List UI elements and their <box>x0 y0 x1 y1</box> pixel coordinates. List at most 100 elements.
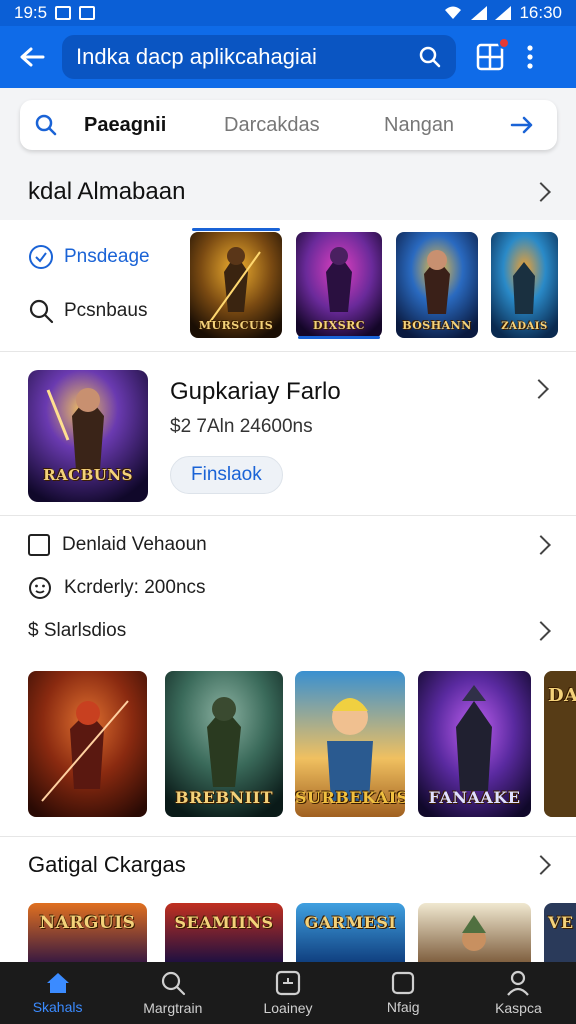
game-art <box>296 903 405 962</box>
home-icon <box>46 973 69 993</box>
square-icon <box>392 971 415 995</box>
search-icon[interactable] <box>418 45 442 69</box>
info-row-label: Denlaid Vehaoun <box>62 534 207 555</box>
nav-item-loainey[interactable]: Loainey <box>230 962 345 1024</box>
game-art <box>418 903 531 962</box>
game-label: DAI <box>548 685 576 706</box>
image-notification-icon <box>79 6 96 20</box>
nav-label: Nfaig <box>386 999 420 1015</box>
filter-label: Pnsdeage <box>64 246 150 267</box>
game-label: SEAMIINS <box>174 913 274 932</box>
info-row-label: Kcrderly: 200ncs <box>64 577 206 598</box>
game-card[interactable]: FANAAKE <box>418 671 531 817</box>
tab-paeagnii[interactable]: Paeagnii <box>84 114 224 137</box>
featured-label: BOSHANN <box>402 319 472 332</box>
section-header-2[interactable]: Gatigal Ckargas <box>0 836 576 892</box>
nav-item-kaspca[interactable]: Kaspca <box>461 962 576 1024</box>
arrow-right-icon[interactable] <box>510 115 534 135</box>
chevron-right-icon <box>531 535 551 555</box>
featured-game-2[interactable]: DIXSRC <box>296 232 382 338</box>
game-label: SURBEKAIS <box>295 788 405 807</box>
featured-game-4[interactable]: ZADAIS <box>491 232 558 338</box>
nav-label: Margtrain <box>143 1000 203 1016</box>
nav-item-skahals[interactable]: Skahals <box>0 962 115 1024</box>
featured-label: ZADAIS <box>501 321 548 332</box>
info-row-2: Kcrderly: 200ncs <box>28 576 548 600</box>
chevron-right-icon[interactable] <box>529 379 549 399</box>
filter-pnsdeage[interactable]: Pnsdeage <box>28 244 150 270</box>
nav-item-margtrain[interactable]: Margtrain <box>115 962 230 1024</box>
game-detail-image[interactable]: RACBUNS <box>28 370 148 502</box>
featured-game-3[interactable]: BOSHANN <box>396 232 478 338</box>
chevron-right-icon <box>531 854 551 875</box>
featured-game-1[interactable]: MURSCUIS <box>190 232 282 338</box>
featured-indicator-bottom <box>298 336 380 339</box>
game-card[interactable]: BREBNIIT <box>165 671 283 817</box>
status-time-right: 16:30 <box>519 3 562 22</box>
more-options-button[interactable] <box>518 37 542 77</box>
featured-label: DIXSRC <box>312 319 366 332</box>
game-label: NARGUIS <box>39 913 136 933</box>
game-subtitle: $2 7Aln 24600ns <box>170 416 313 437</box>
game-card[interactable]: DAI <box>544 671 576 817</box>
detail-image-label: RACBUNS <box>43 466 133 484</box>
filter-label: Pcsnbaus <box>64 300 148 321</box>
app-bar: Indka dacp aplikcahagiai <box>0 26 576 88</box>
check-circle-icon <box>29 245 53 269</box>
tab-search-icon[interactable] <box>34 113 58 137</box>
checkbox-icon[interactable] <box>28 534 50 556</box>
chevron-right-icon <box>531 182 551 202</box>
tab-darcakdas[interactable]: Darcakdas <box>224 114 384 137</box>
game-label: BREBNIIT <box>174 788 274 807</box>
info-row-3[interactable]: $ Slarlsdios <box>28 620 551 642</box>
game-card[interactable] <box>418 903 531 962</box>
tab-bar: Paeagnii Darcakdas Nangan <box>20 100 557 150</box>
bottom-navigation: Skahals Margtrain Loainey Nfaig Kaspca <box>0 962 576 1024</box>
info-row-1[interactable]: Denlaid Vehaoun <box>28 534 551 556</box>
search-input[interactable]: Indka dacp aplikcahagiai <box>62 35 456 79</box>
game-card[interactable]: NARGUIS <box>28 903 147 962</box>
game-art <box>165 903 283 962</box>
nav-item-nfaig[interactable]: Nfaig <box>346 962 461 1024</box>
section-title-1: kdal Almabaan <box>28 178 186 205</box>
section-header-1[interactable]: kdal Almabaan <box>0 164 576 220</box>
featured-indicator-top <box>192 228 280 231</box>
game-action-button[interactable]: Finslaok <box>170 456 283 494</box>
game-card[interactable]: SEAMIINS <box>165 903 283 962</box>
game-title: Gupkariay Farlo <box>170 378 341 405</box>
game-detail-card[interactable]: RACBUNS Gupkariay Farlo $2 7Aln 24600ns … <box>0 352 576 516</box>
game-card[interactable]: VE <box>544 903 576 962</box>
apps-grid-button[interactable] <box>472 37 510 75</box>
tab-nangan[interactable]: Nangan <box>384 114 510 137</box>
news-icon <box>275 970 301 996</box>
filter-pcsnbaus[interactable]: Pcsnbaus <box>28 298 147 324</box>
game-card[interactable]: GARMESI <box>296 903 405 962</box>
game-label: VE <box>548 913 574 932</box>
back-button[interactable] <box>12 37 52 77</box>
chevron-right-icon <box>531 621 551 641</box>
info-row-label: $ Slarlsdios <box>28 620 127 641</box>
notification-badge <box>498 37 510 49</box>
nav-label: Skahals <box>32 999 83 1015</box>
featured-label: MURSCUIS <box>198 319 274 332</box>
section-title-2: Gatigal Ckargas <box>28 851 186 877</box>
smiley-icon <box>29 577 51 599</box>
signal-icon-2 <box>495 6 512 20</box>
nav-label: Loainey <box>263 1000 313 1016</box>
wifi-icon <box>445 6 462 19</box>
search-icon <box>29 299 54 324</box>
filter-featured-row: Pnsdeage Pcsnbaus MURSCUIS DIXSRC BOSHAN… <box>0 220 576 352</box>
game-card[interactable]: SURBEKAIS <box>295 671 405 817</box>
status-bar: 19:5 16:30 <box>0 0 576 26</box>
back-arrow-icon <box>20 47 45 67</box>
search-icon <box>161 971 185 996</box>
game-label: GARMESI <box>304 913 397 932</box>
nav-label: Kaspca <box>495 1000 542 1016</box>
tabs-container: Paeagnii Darcakdas Nangan <box>0 88 576 164</box>
game-art <box>544 903 576 962</box>
signal-icon <box>471 6 488 20</box>
notification-icon <box>55 6 72 20</box>
profile-icon <box>507 970 530 996</box>
game-card[interactable] <box>28 671 147 817</box>
more-vert-icon <box>527 45 533 69</box>
